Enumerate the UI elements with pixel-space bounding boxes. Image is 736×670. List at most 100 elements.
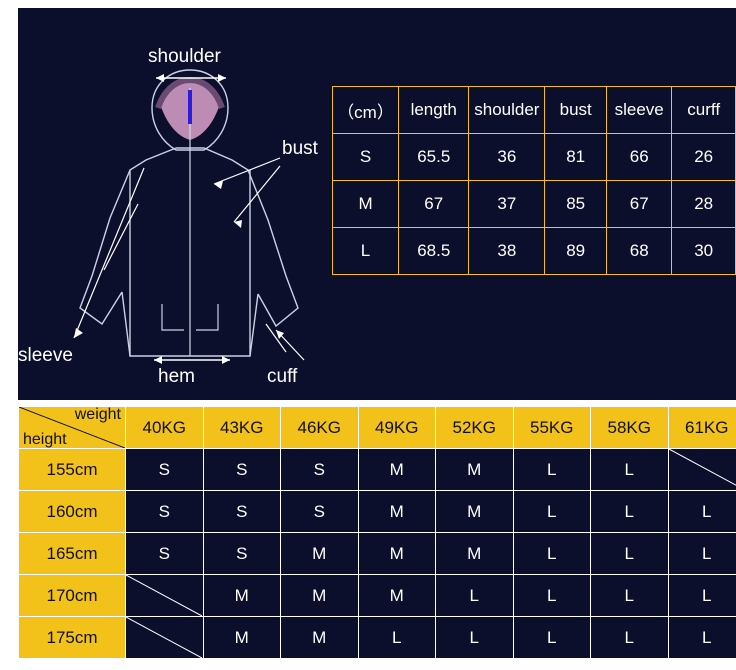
measurement-header-shoulder: shoulder xyxy=(468,86,546,134)
cell-m-length: 67 xyxy=(398,180,470,228)
cell-s-bust: 81 xyxy=(544,133,608,181)
measurement-header-cuff: curff xyxy=(671,86,736,134)
fit-cell-165-46: M xyxy=(280,532,359,575)
table-row: M 67 37 85 67 28 xyxy=(331,180,736,228)
corner-weight-label: weight xyxy=(74,407,121,423)
size-label-s: S xyxy=(331,133,400,181)
table-row: 165cm S S M M M L L L xyxy=(18,532,736,575)
table-row: 175cm M M L L L L L xyxy=(18,616,736,659)
weight-header-55kg: 55KG xyxy=(512,406,591,449)
fit-cell-160-40: S xyxy=(125,490,204,533)
label-hem: hem xyxy=(158,366,195,387)
label-shoulder: shoulder xyxy=(148,46,221,67)
table-row: 160cm S S S M M L L L xyxy=(18,490,736,533)
label-sleeve: sleeve xyxy=(18,344,73,366)
table-row: 155cm S S S M M L L xyxy=(18,448,736,491)
fit-cell-155-40: S xyxy=(125,448,204,491)
weight-header-40kg: 40KG xyxy=(125,406,204,449)
fit-cell-160-49: M xyxy=(357,490,436,533)
fit-cell-160-43: S xyxy=(202,490,281,533)
weight-header-52kg: 52KG xyxy=(435,406,514,449)
fit-cell-175-61: L xyxy=(667,616,736,659)
fit-cell-170-43: M xyxy=(202,574,281,617)
fit-cell-165-43: S xyxy=(202,532,281,575)
cell-s-sleeve: 66 xyxy=(606,133,673,181)
height-header-165cm: 165cm xyxy=(18,532,126,575)
fit-cell-175-46: M xyxy=(280,616,359,659)
height-header-170cm: 170cm xyxy=(18,574,126,617)
cell-l-sleeve: 68 xyxy=(606,227,673,275)
slash-icon xyxy=(668,449,736,486)
cell-l-shoulder: 38 xyxy=(468,227,546,275)
fit-cell-155-46: S xyxy=(280,448,359,491)
cell-s-length: 65.5 xyxy=(398,133,470,181)
fit-cell-165-49: M xyxy=(357,532,436,575)
weight-header-46kg: 46KG xyxy=(280,406,359,449)
height-header-175cm: 175cm xyxy=(18,616,126,659)
fit-cell-170-49: M xyxy=(357,574,436,617)
weight-header-43kg: 43KG xyxy=(202,406,281,449)
fit-chart-wrapper: weight height 40KG 43KG 46KG 49KG 52KG 5… xyxy=(18,406,736,659)
fit-cell-170-55: L xyxy=(512,574,591,617)
fit-cell-165-61: L xyxy=(667,532,736,575)
measurement-header-bust: bust xyxy=(544,86,608,134)
table-row: L 68.5 38 89 68 30 xyxy=(331,227,736,275)
cell-m-shoulder: 37 xyxy=(468,180,546,228)
fit-cell-155-52: M xyxy=(435,448,514,491)
slash-icon xyxy=(126,617,202,658)
size-label-m: M xyxy=(331,180,400,228)
fit-cell-165-55: L xyxy=(512,532,591,575)
size-guide-page: shoulder bust sleeve hem cuff （cm） lengt… xyxy=(0,0,736,670)
fit-cell-165-58: L xyxy=(590,532,669,575)
slash-icon xyxy=(126,575,202,616)
fit-cell-160-46: S xyxy=(280,490,359,533)
fit-chart: weight height 40KG 43KG 46KG 49KG 52KG 5… xyxy=(18,406,736,659)
weight-header-49kg: 49KG xyxy=(357,406,436,449)
fit-cell-170-61: L xyxy=(667,574,736,617)
fit-cell-170-58: L xyxy=(590,574,669,617)
fit-cell-170-46: M xyxy=(280,574,359,617)
fit-cell-155-55: L xyxy=(512,448,591,491)
size-label-l: L xyxy=(331,227,400,275)
cell-s-cuff: 26 xyxy=(671,133,736,181)
cell-m-cuff: 28 xyxy=(671,180,736,228)
corner-height-label: height xyxy=(23,431,67,448)
garment-diagram: shoulder bust sleeve hem cuff xyxy=(18,8,348,400)
fit-chart-header-row: weight height 40KG 43KG 46KG 49KG 52KG 5… xyxy=(18,406,736,449)
height-header-155cm: 155cm xyxy=(18,448,126,491)
fit-cell-160-55: L xyxy=(512,490,591,533)
top-panel: shoulder bust sleeve hem cuff （cm） lengt… xyxy=(18,8,736,400)
cell-m-sleeve: 67 xyxy=(606,180,673,228)
cell-l-cuff: 30 xyxy=(671,227,736,275)
table-row: 170cm M M M L L L L xyxy=(18,574,736,617)
fit-cell-165-52: M xyxy=(435,532,514,575)
fit-cell-170-40 xyxy=(125,574,204,617)
measurement-table: （cm） length shoulder bust sleeve curff S… xyxy=(331,86,736,275)
weight-header-61kg: 61KG xyxy=(667,406,736,449)
cell-l-length: 68.5 xyxy=(398,227,470,275)
fit-cell-155-49: M xyxy=(357,448,436,491)
fit-cell-155-61 xyxy=(667,448,736,491)
fit-cell-160-61: L xyxy=(667,490,736,533)
fit-chart-corner-cell: weight height xyxy=(18,406,126,449)
label-cuff: cuff xyxy=(267,366,298,387)
label-bust: bust xyxy=(282,138,318,159)
weight-header-58kg: 58KG xyxy=(590,406,669,449)
cell-l-bust: 89 xyxy=(544,227,608,275)
cell-m-bust: 85 xyxy=(544,180,608,228)
fit-cell-155-43: S xyxy=(202,448,281,491)
measurement-header-length: length xyxy=(398,86,470,134)
fit-cell-175-52: L xyxy=(435,616,514,659)
measurement-header-unit: （cm） xyxy=(331,86,400,134)
measurement-table-header-row: （cm） length shoulder bust sleeve curff xyxy=(331,86,736,134)
fit-cell-175-49: L xyxy=(357,616,436,659)
fit-cell-170-52: L xyxy=(435,574,514,617)
cell-s-shoulder: 36 xyxy=(468,133,546,181)
fit-cell-175-43: M xyxy=(202,616,281,659)
height-header-160cm: 160cm xyxy=(18,490,126,533)
fit-cell-175-40 xyxy=(125,616,204,659)
fit-cell-165-40: S xyxy=(125,532,204,575)
fit-cell-155-58: L xyxy=(590,448,669,491)
fit-cell-175-55: L xyxy=(512,616,591,659)
measurement-header-sleeve: sleeve xyxy=(606,86,673,134)
